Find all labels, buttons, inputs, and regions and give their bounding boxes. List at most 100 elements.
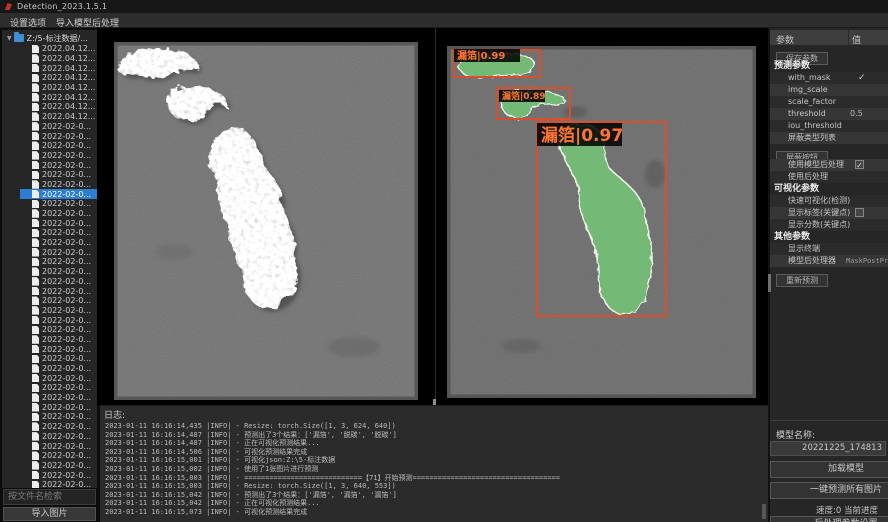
tree-item[interactable]: 2022-02-0... [20,189,97,199]
load-model-button[interactable]: 加载模型 [770,461,888,478]
left-image-viewer[interactable] [114,42,418,400]
log-line: 2023-01-11 16:16:15,042 |INFO| - 正在可视化预测… [105,499,560,508]
file-icon [32,432,39,441]
tree-item[interactable]: 2022-02-0... [20,441,97,451]
tree-item[interactable]: 2022-02-0... [20,364,97,374]
tree-item[interactable]: 2022-02-0... [20,170,97,180]
param-row[interactable]: img_scale [770,84,888,96]
right-image-viewer[interactable]: 漏箔|0.99 漏箔|0.89 漏箔|0.97 [447,46,756,398]
param-label: 显示终端 [788,244,820,253]
tree-item[interactable]: 2022-02-0... [20,286,97,296]
tree-item[interactable]: 2022.04.12... [20,102,97,112]
tree-item[interactable]: 2022-02-0... [20,335,97,345]
tree-item[interactable]: 2022-02-0... [20,141,97,151]
file-icon [32,45,39,54]
log-line: 2023-01-11 16:16:15,003 |INFO| - =======… [105,474,560,483]
tree-item[interactable]: 2022.04.12... [20,83,97,93]
model-name-field[interactable]: 20221225_174813 [770,441,886,456]
tree-item[interactable]: 2022-02-0... [20,325,97,335]
param-scrollbar[interactable] [768,274,771,292]
tree-item[interactable]: 2022-02-0... [20,422,97,432]
param-row[interactable]: scale_factor [770,96,888,108]
param-row[interactable]: 显示终端 [770,243,888,255]
tree-item[interactable]: 2022-02-0... [20,257,97,267]
tree-item[interactable]: 2022-02-0... [20,480,97,488]
tree-item[interactable]: 2022-02-0... [20,228,97,238]
param-label: scale_factor [788,97,836,106]
tree-item[interactable]: 2022-02-0... [20,151,97,161]
tree-item[interactable]: 2022-02-0... [20,412,97,422]
file-icon [32,277,39,286]
filename-search-input[interactable] [3,489,96,505]
predict-all-button[interactable]: 一键预测所有图片 [770,482,888,499]
expander-icon[interactable]: ▼ [7,35,12,42]
param-row[interactable]: 快速可视化(检测) [770,195,888,207]
tree-item[interactable]: 2022-02-0... [20,393,97,403]
tree-item[interactable]: 2022.04.12... [20,54,97,64]
param-row[interactable]: 屏蔽类型列表 [770,132,888,144]
tree-item[interactable]: 2022-02-0... [20,306,97,316]
import-images-button[interactable]: 导入图片 [3,507,96,521]
param-rows: 保存参数预测参数with_mask✓img_scalescale_factort… [770,45,888,282]
param-section-header: 其他参数 [770,231,888,243]
tree-item[interactable]: 2022-02-0... [20,383,97,393]
param-row[interactable]: 模型后处理器MaskPostPro [770,255,888,267]
tree-item[interactable]: 2022-02-0... [20,461,97,471]
tree-item[interactable]: 2022.04.12... [20,112,97,122]
tree-item[interactable]: 2022.04.12... [20,73,97,83]
tree-item[interactable]: 2022-02-0... [20,344,97,354]
file-icon [32,413,39,422]
tree-item[interactable]: 2022.04.12... [20,63,97,73]
checkbox[interactable] [855,208,864,217]
tree-item-label: 2022-02-0... [42,170,91,179]
param-row[interactable]: 使用模型后处理✓ [770,159,888,171]
param-row[interactable]: 显示分数(关键点) [770,219,888,231]
tree-item[interactable]: 2022-02-0... [20,277,97,287]
tree-item[interactable]: 2022-02-0... [20,180,97,190]
tree-item[interactable]: 2022-02-0... [20,199,97,209]
param-button[interactable]: 重新预测 [776,274,828,287]
param-value: 0.5 [850,108,863,120]
tree-root[interactable]: ▼ Z:/5-标注数据/... [2,32,97,44]
tree-item-label: 2022-02-0... [42,316,91,325]
param-row[interactable]: 显示标签(关键点) [770,207,888,219]
check-icon: ✓ [858,72,866,84]
menu-item-settings[interactable]: 设置选项 [6,14,50,31]
param-row[interactable]: threshold0.5 [770,108,888,120]
tree-item-label: 2022-02-0... [42,287,91,296]
tree-item[interactable]: 2022-02-0... [20,354,97,364]
tree-item-label: 2022-02-0... [42,209,91,218]
tree-item[interactable]: 2022-02-0... [20,122,97,132]
tree-item[interactable]: 2022-02-0... [20,470,97,480]
tree-item[interactable]: 2022-02-0... [20,238,97,248]
tree-item-label: 2022-02-0... [42,374,91,383]
file-icon [32,422,39,431]
param-label: iou_threshold [788,121,842,130]
tree-item[interactable]: 2022-02-0... [20,432,97,442]
file-icon [32,316,39,325]
tree-item[interactable]: 2022-02-0... [20,402,97,412]
postprocess-settings-button[interactable]: 后处理参数设置 [770,516,888,522]
tree-item[interactable]: 2022-02-0... [20,218,97,228]
tree-item[interactable]: 2022-02-0... [20,131,97,141]
tree-item-label: 2022-02-0... [42,354,91,363]
checkbox[interactable]: ✓ [855,160,864,169]
file-icon [32,209,39,218]
param-row[interactable]: with_mask✓ [770,72,888,84]
tree-item[interactable]: 2022-02-0... [20,209,97,219]
tree-item[interactable]: 2022-02-0... [20,451,97,461]
file-icon [32,335,39,344]
file-icon [32,481,39,488]
tree-item[interactable]: 2022-02-0... [20,160,97,170]
param-row[interactable]: iou_threshold [770,120,888,132]
log-scrollbar[interactable] [762,504,766,519]
tree-item[interactable]: 2022-02-0... [20,267,97,277]
tree-item[interactable]: 2022-02-0... [20,373,97,383]
tree-item[interactable]: 2022-02-0... [20,315,97,325]
tree-item[interactable]: 2022.04.12... [20,92,97,102]
tree-item[interactable]: 2022.04.12... [20,44,97,54]
tree-item-label: 2022-02-0... [42,335,91,344]
tree-item[interactable]: 2022-02-0... [20,296,97,306]
param-row[interactable]: 使用后处理 [770,171,888,183]
tree-item[interactable]: 2022-02-0... [20,247,97,257]
